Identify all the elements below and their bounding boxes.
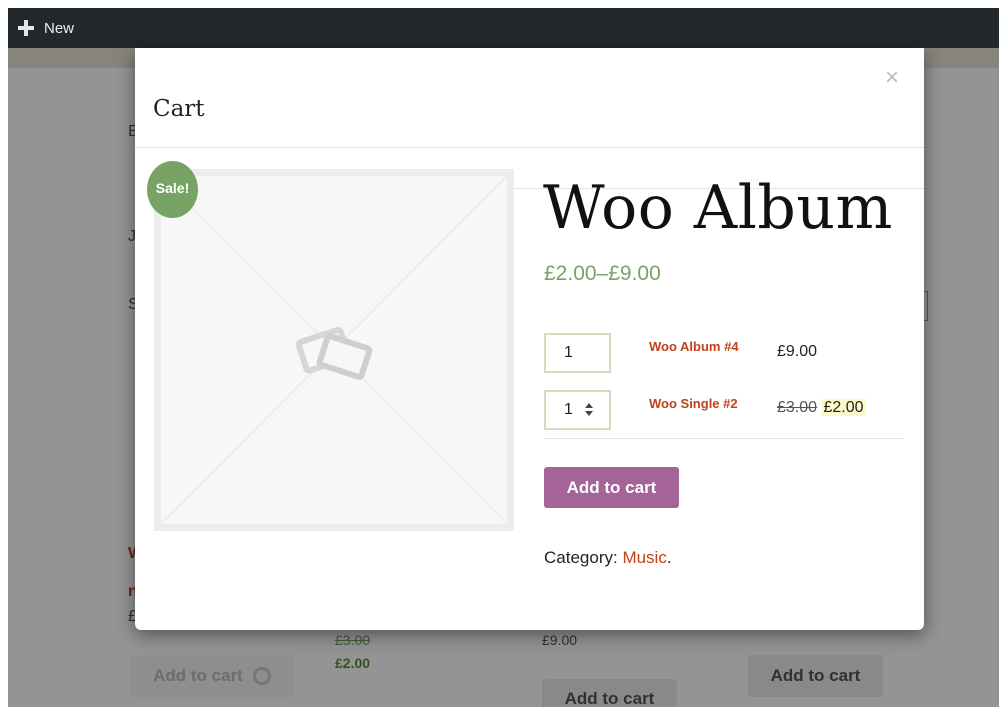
admin-new-button[interactable]: New	[8, 8, 74, 48]
quantity-stepper[interactable]: 1	[544, 390, 611, 430]
grouped-item-link[interactable]: Woo Album #4	[649, 339, 739, 354]
quantity-value: 1	[564, 344, 573, 361]
sale-price: £2.00	[821, 399, 866, 416]
quantity-input[interactable]: 1	[544, 333, 611, 373]
quantity-value: 1	[564, 401, 573, 418]
modal-title: Cart	[153, 96, 205, 122]
category-label: Category:	[544, 548, 623, 567]
placeholder-image-icon	[161, 176, 507, 524]
grouped-item-price: £3.00 £2.00	[777, 399, 866, 417]
add-to-cart-button[interactable]: Add to cart	[544, 467, 679, 508]
items-divider	[544, 438, 904, 439]
product-image-placeholder	[154, 169, 514, 531]
product-category: Category: Music.	[544, 548, 672, 568]
price-range: £2.00–£9.00	[544, 262, 661, 285]
sale-badge: Sale!	[147, 161, 198, 218]
regular-price: £3.00	[777, 399, 818, 416]
cart-modal: Cart × Sale! Woo Album £2.00–£9.00 1 Woo…	[135, 48, 924, 630]
grouped-item-link[interactable]: Woo Single #2	[649, 396, 738, 411]
category-suffix: .	[666, 548, 672, 567]
close-icon[interactable]: ×	[885, 66, 899, 90]
spin-arrows-icon[interactable]	[583, 401, 595, 419]
admin-bar: New	[8, 8, 999, 48]
modal-header: Cart ×	[135, 48, 924, 148]
product-title: Woo Album	[543, 173, 893, 243]
grouped-item-price: £9.00	[777, 343, 818, 360]
plus-icon	[18, 20, 34, 36]
page-gutter	[0, 0, 8, 707]
admin-new-label: New	[44, 19, 75, 37]
category-link-music[interactable]: Music	[622, 548, 666, 567]
